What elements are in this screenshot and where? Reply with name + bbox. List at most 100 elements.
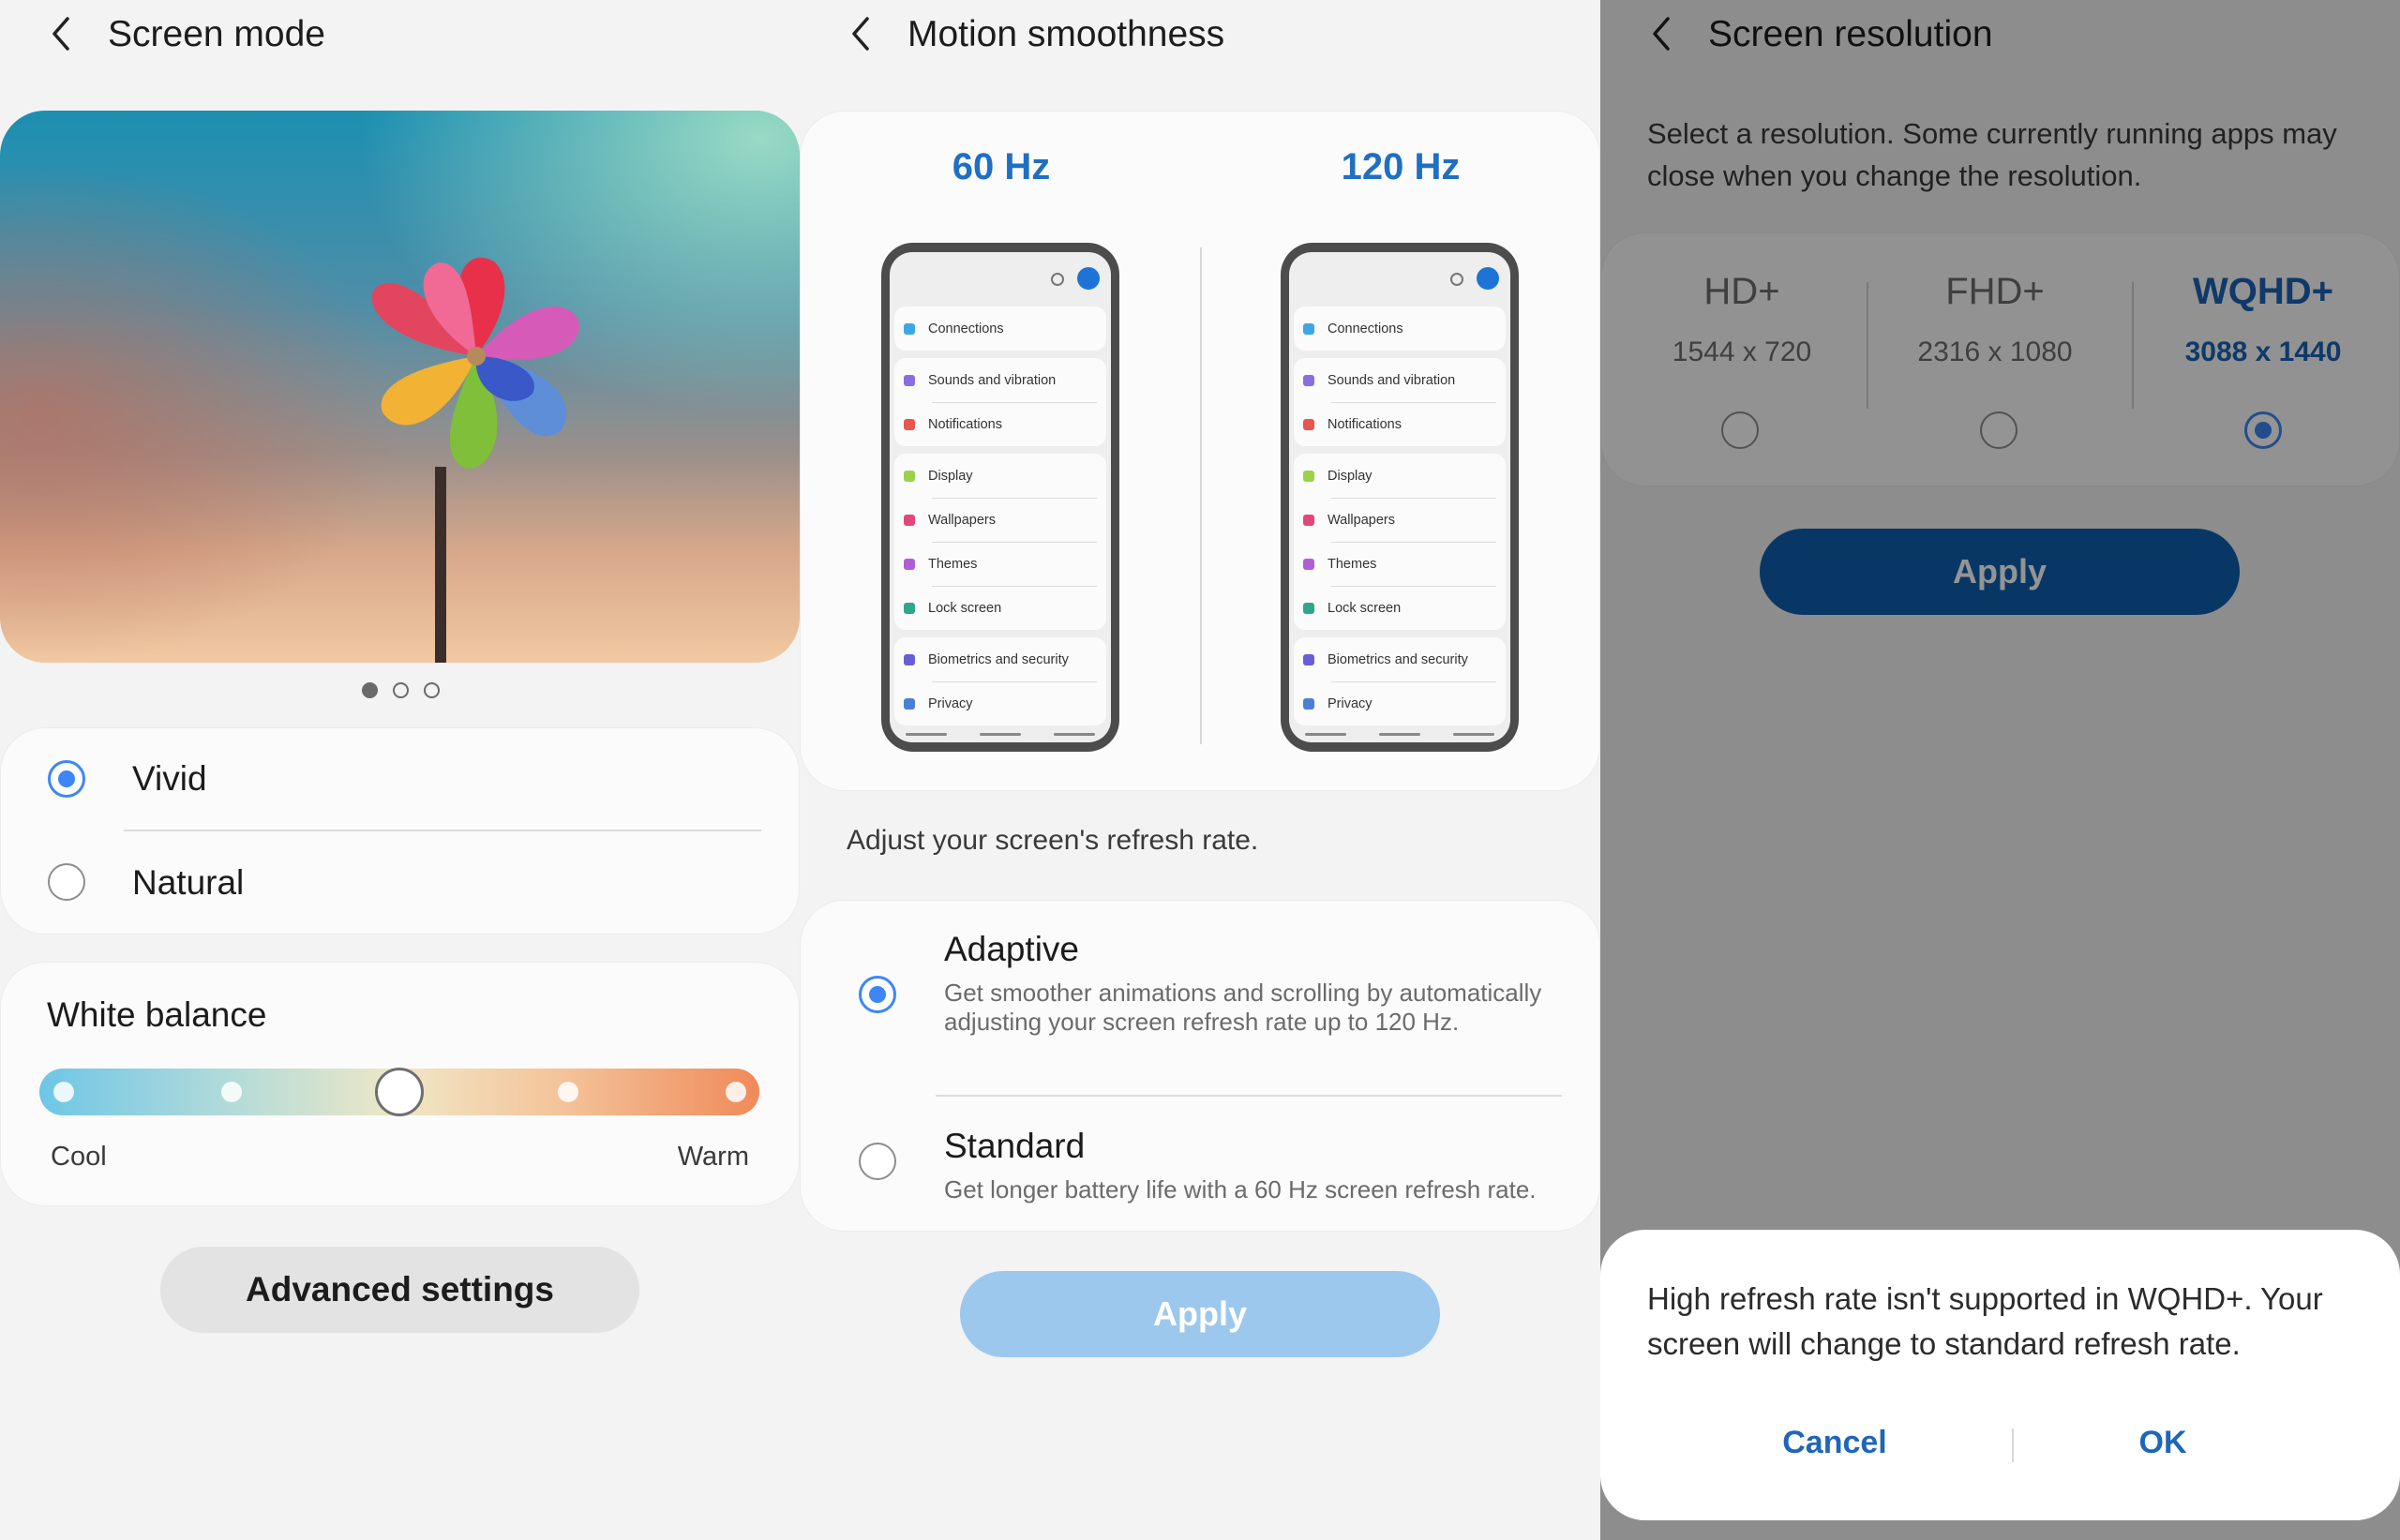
phone-menu-item: Connections [894,307,1106,351]
warm-label: Warm [677,1142,749,1172]
phone-nav-bar [1289,733,1510,737]
wifi-icon [904,322,915,335]
phone-menu-group: Display Wallpapers Themes Lock screen [894,454,1106,630]
shield-icon [1303,653,1314,665]
carousel-dot[interactable] [393,682,409,698]
menu-item-label: Lock screen [928,600,1002,616]
preview-image[interactable] [0,111,800,663]
sun-icon [904,470,915,482]
phone-menu-item: Connections [1294,307,1506,351]
phone-menu-group: Sounds and vibration Notifications [894,358,1106,446]
phone-menu-item: Privacy [894,681,1106,725]
bell-icon [904,418,915,430]
phone-menu-group: Connections [1294,307,1506,351]
menu-item-label: Sounds and vibration [928,372,1057,388]
menu-item-label: Wallpapers [928,512,996,528]
phone-screen: Connections Sounds and vibration Notific… [890,252,1111,742]
menu-item-label: Display [1328,468,1372,484]
advanced-settings-button[interactable]: Advanced settings [160,1247,639,1333]
menu-item-label: Themes [928,556,978,572]
back-button[interactable] [841,13,882,54]
brush-icon [1303,558,1314,570]
phone-menu-item: Sounds and vibration [894,358,1106,402]
wifi-icon [1303,322,1314,335]
menu-item-label: Biometrics and security [1328,651,1468,667]
adaptive-radio[interactable] [859,976,896,1013]
phone-menu-item: Display [1294,454,1506,498]
page-title: Screen mode [108,14,325,54]
search-icon [1051,273,1064,286]
120hz-label: 120 Hz [1341,146,1461,187]
white-balance-title: White balance [47,995,267,1034]
menu-item-label: Notifications [1328,416,1402,432]
search-icon [1450,273,1463,286]
ok-button[interactable]: OK [2107,1425,2219,1461]
divider [936,1095,1562,1097]
phone-menu-item: Biometrics and security [894,637,1106,681]
phone-nav-bar [890,733,1111,737]
60hz-label: 60 Hz [952,146,1051,187]
menu-item-label: Privacy [928,695,973,711]
screen-mode-panel: Screen mode Vivid Natural White balance … [0,0,800,1540]
phone-menu-item: Themes [894,542,1106,586]
menu-item-label: Connections [1328,321,1403,336]
phone-header [1289,252,1510,307]
phone-menu-item: Biometrics and security [1294,637,1506,681]
dialog-message: High refresh rate isn't supported in WQH… [1647,1281,2323,1361]
privacy-icon [904,697,915,710]
avatar-icon [1477,267,1499,290]
phone-menu-group: Connections [894,307,1106,351]
phone-menu-item: Lock screen [1294,586,1506,630]
shield-icon [904,653,915,665]
menu-item-label: Lock screen [1328,600,1402,616]
natural-radio[interactable] [48,863,85,901]
apply-button[interactable]: Apply [960,1271,1440,1357]
cool-label: Cool [51,1142,107,1172]
phone-menu-group: Sounds and vibration Notifications [1294,358,1506,446]
refresh-rate-options-card: Adaptive Get smoother animations and scr… [800,900,1600,1232]
phone-menu-item: Privacy [1294,681,1506,725]
menu-item-label: Notifications [928,416,1002,432]
menu-item-label: Privacy [1328,695,1372,711]
back-button[interactable] [41,13,82,54]
vivid-radio[interactable] [48,760,85,798]
standard-radio[interactable] [859,1143,896,1180]
menu-item-label: Sounds and vibration [1328,372,1456,388]
white-balance-thumb[interactable] [375,1068,424,1116]
brush-icon [904,558,915,570]
slider-tick [726,1082,746,1102]
sun-icon [1303,470,1314,482]
phone-menu-item: Display [894,454,1106,498]
speaker-icon [1303,374,1314,386]
lock-icon [1303,602,1314,614]
carousel-dot[interactable] [362,682,378,698]
image-icon [1303,514,1314,526]
divider [1200,247,1202,744]
phone-menu-group: Biometrics and security Privacy [1294,637,1506,725]
chevron-left-icon [852,17,869,51]
menu-item-label: Display [928,468,973,484]
avatar-icon [1077,267,1100,290]
phone-menu-item: Lock screen [894,586,1106,630]
cancel-button[interactable]: Cancel [1760,1425,1910,1461]
phone-mockup-60hz: Connections Sounds and vibration Notific… [881,243,1119,752]
carousel-dot[interactable] [424,682,440,698]
menu-item-label: Themes [1328,556,1377,572]
slider-tick [558,1082,578,1102]
screen-mode-options-card: Vivid Natural [0,727,800,934]
slider-tick [221,1082,242,1102]
divider [124,830,761,831]
phone-menu-item: Themes [1294,542,1506,586]
vivid-label[interactable]: Vivid [132,759,207,799]
phone-mockup-120hz: Connections Sounds and vibration Notific… [1281,243,1519,752]
divider [2012,1428,2014,1462]
adaptive-label[interactable]: Adaptive [944,930,1079,969]
phone-menu-item: Wallpapers [1294,498,1506,542]
privacy-icon [1303,697,1314,710]
adaptive-description: Get smoother animations and scrolling by… [944,979,1542,1036]
natural-label[interactable]: Natural [132,863,244,903]
pinwheel-photo [0,111,800,663]
carousel-indicator [358,682,452,701]
standard-label[interactable]: Standard [944,1127,1085,1166]
phone-menu-item: Notifications [1294,402,1506,446]
